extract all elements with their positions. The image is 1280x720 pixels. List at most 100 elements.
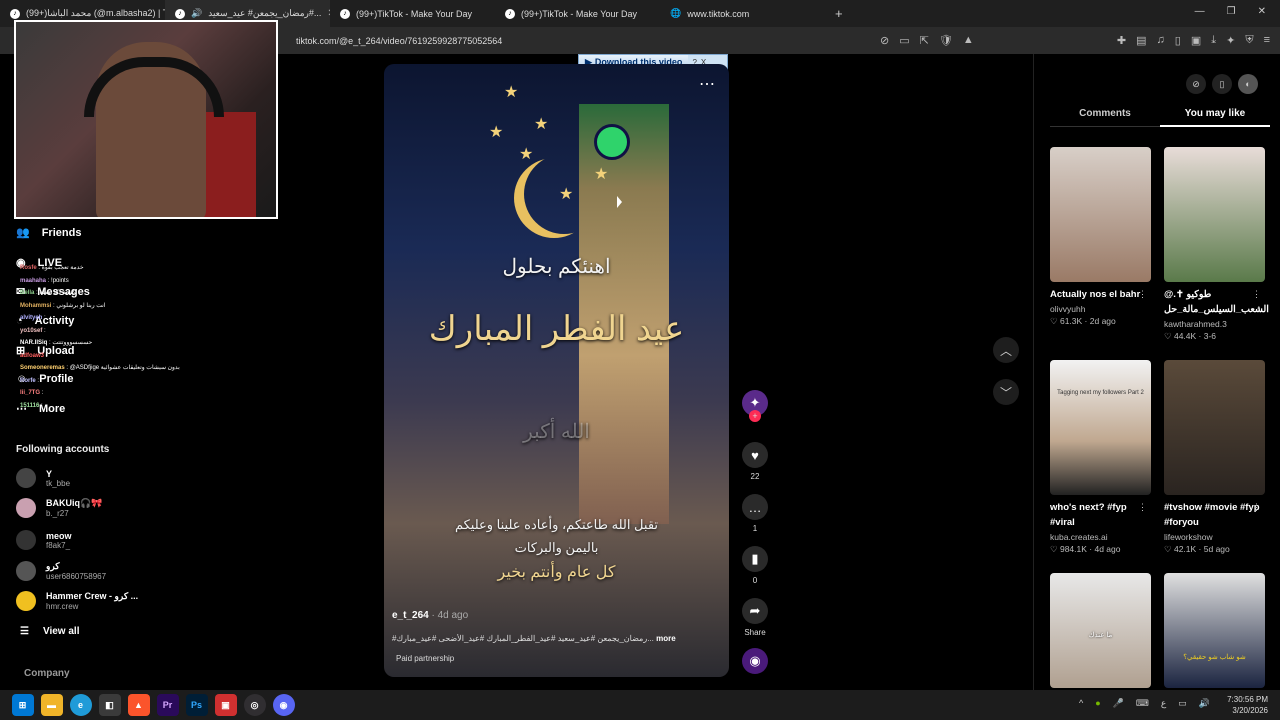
brave-shield-icon[interactable]: 🛡 xyxy=(939,34,953,47)
account-name: meow xyxy=(46,530,72,541)
tab-tiktok-www[interactable]: 🌐 www.tiktok.com xyxy=(660,0,825,27)
video-username[interactable]: e_t_264 · 4d ago xyxy=(392,610,468,621)
keyboard-icon[interactable]: ⌨ xyxy=(1136,698,1149,709)
tab-comments[interactable]: Comments xyxy=(1050,108,1160,127)
media-icon[interactable]: ♫ xyxy=(1157,34,1165,47)
follow-plus-icon[interactable]: + xyxy=(749,410,761,422)
account-item[interactable]: كرو user6860758967 xyxy=(16,561,106,581)
card-author[interactable]: kawtharahmed.3 xyxy=(1164,319,1265,329)
new-tab-button[interactable]: + xyxy=(825,6,853,21)
chat-line: maahaha : !points xyxy=(20,277,69,284)
phone-icon[interactable]: ▯ xyxy=(1212,74,1232,94)
brave-icon[interactable]: ▲ xyxy=(127,694,150,716)
microphone-icon[interactable]: 🎤 xyxy=(1113,698,1124,709)
maximize-icon[interactable]: ❐ xyxy=(1227,6,1236,17)
video-thumbnail[interactable] xyxy=(1164,360,1265,495)
card-author[interactable]: kuba.creates.ai xyxy=(1050,532,1151,542)
compass-icon[interactable]: ⊘ xyxy=(1186,74,1206,94)
edge-icon[interactable]: e xyxy=(69,694,92,716)
video-player[interactable]: ★ ★ ★ ★ ★ ★ ⋯ اهنئكم بحلول عيد الفطر الم… xyxy=(384,64,729,677)
nvidia-icon[interactable]: ● xyxy=(1095,698,1100,709)
card-author[interactable]: lifeworkshow xyxy=(1164,532,1265,542)
card-options-icon[interactable]: ⋮ xyxy=(1138,502,1147,513)
photoshop-icon[interactable]: Ps xyxy=(185,694,208,716)
caption-more-button[interactable]: more xyxy=(656,634,676,643)
share-button[interactable]: ➦ Share xyxy=(740,598,770,637)
video-thumbnail[interactable] xyxy=(1050,147,1151,282)
card-options-icon[interactable]: ⋮ xyxy=(1138,289,1147,300)
suggested-video-card[interactable]: @.✝ طوكيو الشعب_السيلس_مالة_حل kawtharah… xyxy=(1164,147,1269,342)
ai-icon[interactable]: ✦ xyxy=(1226,34,1235,47)
no-cast-icon[interactable]: ⊘ xyxy=(880,34,889,47)
comment-button[interactable]: … 1 xyxy=(740,494,770,533)
company-link[interactable]: Company xyxy=(24,668,70,679)
network-icon[interactable]: ▭ xyxy=(1178,698,1187,709)
chevron-up-icon[interactable]: ^ xyxy=(1079,698,1083,709)
video-thumbnail[interactable]: ما عندك xyxy=(1050,573,1151,688)
wallet-icon[interactable]: ▣ xyxy=(1191,34,1201,47)
more-options-icon[interactable]: ⋯ xyxy=(699,74,715,94)
next-video-button[interactable]: ﹀ xyxy=(993,379,1019,405)
view-all-button[interactable]: ☰ View all xyxy=(20,626,79,637)
sound-disc-button[interactable]: ◉ xyxy=(740,648,770,678)
volume-icon[interactable]: 🔊 xyxy=(1199,698,1210,709)
tab-you-may-like[interactable]: You may like xyxy=(1160,108,1270,127)
screen-icon[interactable]: ▭ xyxy=(899,34,909,47)
chat-line: Bella : كسبة 30 نقطة xyxy=(20,290,76,296)
suggested-video-card[interactable]: ما عندك xyxy=(1050,573,1151,688)
account-item[interactable]: Hammer Crew - كرو ... hmr.crew xyxy=(16,591,138,611)
video-thumbnail[interactable] xyxy=(1164,147,1265,282)
video-greeting: اهنئكم بحلول xyxy=(502,256,611,278)
url-field[interactable]: tiktok.com/@e_t_264/video/76192599287750… xyxy=(296,36,502,46)
video-thumbnail[interactable]: شو شاب شو حقيقي؟ xyxy=(1164,573,1265,688)
suggested-video-card[interactable]: شو شاب شو حقيقي؟ xyxy=(1164,573,1265,688)
sidebar-icon[interactable]: ▯ xyxy=(1175,34,1181,47)
minimize-icon[interactable]: — xyxy=(1195,6,1205,17)
obs-icon[interactable]: ◎ xyxy=(243,694,266,716)
download-icon[interactable]: ⤓ xyxy=(1211,34,1216,47)
avatar xyxy=(16,561,36,581)
store-icon[interactable]: ◧ xyxy=(98,694,121,716)
video-thumbnail[interactable]: Tagging next my followers Part 2 xyxy=(1050,360,1151,495)
previous-video-button[interactable]: ︿ xyxy=(993,337,1019,363)
suggested-video-card[interactable]: #tvshow #movie #fyp #foryou lifeworkshow… xyxy=(1164,360,1265,555)
avatar xyxy=(16,530,36,550)
save-button[interactable]: ▮ 0 xyxy=(740,546,770,585)
sidebar-item-friends[interactable]: 👥 Friends xyxy=(16,226,81,240)
creator-avatar-button[interactable]: ✦ + xyxy=(740,390,770,422)
account-item[interactable]: Ytk_bbe xyxy=(16,468,70,488)
card-options-icon[interactable]: ⋮ xyxy=(1252,289,1261,300)
menu-icon[interactable]: ≡ xyxy=(1264,34,1270,47)
language-indicator[interactable]: ع xyxy=(1161,698,1166,709)
user-avatar-icon[interactable]: ◐ xyxy=(1238,74,1258,94)
tab-tiktok-1[interactable]: ♪ (99+)TikTok - Make Your Day xyxy=(330,0,495,27)
premiere-icon[interactable]: Pr xyxy=(156,694,179,716)
like-button[interactable]: ♥ 22 xyxy=(740,442,770,481)
card-options-icon[interactable]: ⋮ xyxy=(1252,502,1261,513)
start-icon[interactable]: ⊞ xyxy=(11,694,34,716)
tab-label: (99+)TikTok - Make Your Day xyxy=(521,8,637,19)
video-caption: #رمضان_يجمعن #عيد_سعيد #عيد_الفطر_المبار… xyxy=(392,634,712,643)
suggested-video-card[interactable]: Actually nos el bahr olivvyuhh ♡ 61.3K ·… xyxy=(1050,147,1151,327)
extensions-icon[interactable]: ✚ xyxy=(1117,34,1126,47)
brave-rewards-icon[interactable]: ▲ xyxy=(963,34,974,47)
system-clock[interactable]: 7:30:56 PM 3/20/2026 xyxy=(1227,694,1268,716)
photos-icon[interactable]: ▣ xyxy=(214,694,237,716)
speaker-icon[interactable]: 🔊 xyxy=(191,8,202,19)
right-panel: ⊘ ▯ ◐ Comments You may like Actually nos… xyxy=(1033,54,1280,690)
reader-icon[interactable]: ▤ xyxy=(1136,34,1146,47)
discord-icon[interactable]: ◉ xyxy=(272,694,295,716)
tab-tiktok-2[interactable]: ♪ (99+)TikTok - Make Your Day xyxy=(495,0,660,27)
star-icon: ★ xyxy=(559,186,574,203)
card-title: Actually nos el bahr xyxy=(1050,289,1141,300)
close-window-icon[interactable]: ✕ xyxy=(1258,6,1266,17)
share-icon[interactable]: ⇱ xyxy=(920,34,929,47)
account-item[interactable]: BAKUiq🎧🎀 b._r27 xyxy=(16,498,102,518)
star-icon: ★ xyxy=(519,146,534,163)
vpn-icon[interactable]: ⛨ xyxy=(1245,34,1253,47)
file-explorer-icon[interactable]: ▬ xyxy=(40,694,63,716)
card-author[interactable]: olivvyuhh xyxy=(1050,304,1151,314)
account-item[interactable]: meow f8ak7_ xyxy=(16,530,72,550)
account-handle: user6860758967 xyxy=(46,572,107,581)
suggested-video-card[interactable]: Tagging next my followers Part 2 who's n… xyxy=(1050,360,1151,555)
